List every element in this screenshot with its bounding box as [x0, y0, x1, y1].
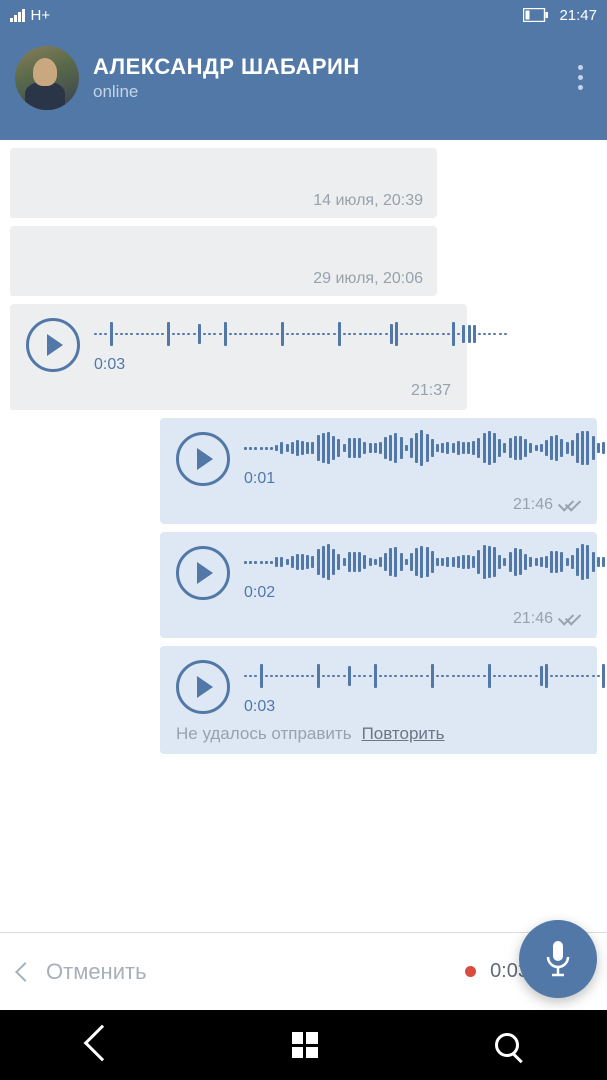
message-timestamp: 21:46	[513, 610, 553, 628]
recording-indicator-icon	[465, 966, 476, 977]
nav-search-button[interactable]	[495, 1033, 519, 1057]
message-timestamp: 21:37	[411, 382, 451, 400]
waveform	[244, 430, 607, 466]
chat-scroll-area[interactable]: 14 июля, 20:3929 июля, 20:060:0321:370:0…	[0, 140, 607, 935]
voice-duration: 0:03	[94, 356, 507, 374]
voice-message-incoming[interactable]: 0:0321:37	[10, 304, 467, 410]
voice-duration: 0:02	[244, 584, 607, 602]
signal-icon	[10, 8, 25, 22]
more-options-button[interactable]	[568, 65, 592, 90]
clock: 21:47	[559, 7, 597, 24]
system-nav-bar	[0, 1010, 607, 1080]
play-button[interactable]	[26, 318, 80, 372]
message-timestamp: 21:46	[513, 496, 553, 514]
chevron-left-icon	[15, 962, 35, 982]
battery-icon	[523, 8, 549, 22]
contact-status: online	[93, 82, 568, 102]
retry-send-button[interactable]: Повторить	[362, 724, 445, 744]
nav-back-button[interactable]	[89, 1034, 115, 1056]
read-receipt-icon	[559, 612, 581, 626]
voice-message-outgoing[interactable]: 0:03Не удалось отправитьПовторить	[160, 646, 597, 754]
play-button[interactable]	[176, 546, 230, 600]
waveform	[94, 316, 507, 352]
message-bubble-incoming[interactable]: 14 июля, 20:39	[10, 148, 437, 218]
avatar[interactable]	[15, 46, 79, 110]
send-error-text: Не удалось отправить	[176, 724, 352, 744]
nav-start-button[interactable]	[292, 1032, 318, 1058]
chat-header[interactable]: АЛЕКСАНДР ШАБАРИН online	[0, 30, 607, 140]
voice-message-outgoing[interactable]: 0:0221:46	[160, 532, 597, 638]
contact-name: АЛЕКСАНДР ШАБАРИН	[93, 54, 568, 80]
read-receipt-icon	[559, 498, 581, 512]
voice-duration: 0:03	[244, 698, 607, 716]
voice-duration: 0:01	[244, 470, 607, 488]
status-bar: H+ 21:47	[0, 0, 607, 30]
play-button[interactable]	[176, 432, 230, 486]
play-button[interactable]	[176, 660, 230, 714]
message-bubble-incoming[interactable]: 29 июля, 20:06	[10, 226, 437, 296]
message-timestamp: 14 июля, 20:39	[313, 192, 423, 210]
mic-button[interactable]	[519, 920, 597, 998]
message-timestamp: 29 июля, 20:06	[313, 270, 423, 288]
waveform	[244, 658, 607, 694]
waveform	[244, 544, 607, 580]
network-label: H+	[31, 7, 51, 24]
mic-icon	[543, 939, 573, 979]
cancel-recording-button[interactable]: Отменить	[46, 959, 147, 985]
voice-message-outgoing[interactable]: 0:0121:46	[160, 418, 597, 524]
compose-bar: Отменить 0:03	[0, 932, 607, 1010]
